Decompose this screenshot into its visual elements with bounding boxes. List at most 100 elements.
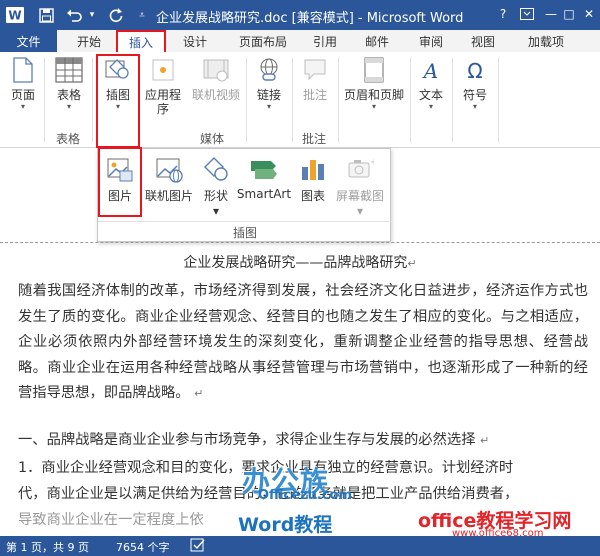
document-heading: 一、品牌战略是商业企业参与市场竞争，求得企业生存与发展的必然选择 ↵	[18, 428, 489, 449]
document-title-text: 企业发展战略研究——品牌战略研究	[183, 255, 408, 271]
tab-page-layout[interactable]: 页面布局	[228, 30, 298, 52]
shapes-button[interactable]: 形状 ▾	[198, 153, 234, 218]
online-video-button[interactable]: 联机视频	[190, 56, 242, 102]
ribbon: 页面 ▾ 表格 ▾ 表格 插图 ▾ 应用程 序 联机视频 媒体 链接 ▾ 批注 …	[0, 52, 600, 148]
page-icon	[9, 56, 37, 84]
group-label-media: 媒体	[200, 132, 225, 146]
document-paragraph: 随着我国经济体制的改革，市场经济得到发展，社会经济文化日益进步，经济运作方式也发…	[18, 279, 588, 407]
status-bar: 第 1 页，共 9 页 7654 个字	[0, 536, 600, 556]
maximize-button[interactable]: □	[558, 4, 580, 24]
ribbon-tabs: 文件 开始 插入 设计 页面布局 引用 邮件 审阅 视图 加载项	[0, 30, 600, 52]
close-button[interactable]: ✕	[578, 4, 600, 24]
group-label-comments: 批注	[302, 132, 327, 146]
header-footer-label: 页眉和页脚	[343, 88, 404, 102]
group-divider	[498, 58, 499, 142]
tab-mailings[interactable]: 邮件	[354, 30, 400, 52]
pages-label: 页面	[10, 88, 35, 102]
svg-text:Ω: Ω	[467, 59, 482, 83]
comment-label: 批注	[302, 88, 327, 102]
link-icon	[255, 56, 283, 84]
links-button[interactable]: 链接 ▾	[252, 56, 286, 112]
chevron-down-icon: ▾	[356, 204, 364, 218]
highlight-illustrations	[96, 54, 140, 148]
apps-button[interactable]: 应用程 序	[141, 56, 185, 116]
symbol-button[interactable]: Ω 符号 ▾	[458, 56, 492, 112]
chevron-down-icon: ▾	[20, 102, 25, 111]
title-bar: W ▾ ⩡ 企业发展战略研究.doc [兼容模式] - Microsoft Wo…	[0, 0, 600, 30]
illustrations-dropdown: 图片 联机图片 形状 ▾ SmartArt 图表 + 屏幕截图 ▾ 插图	[97, 147, 392, 242]
group-divider	[338, 58, 339, 142]
paragraph-mark-icon: ↵	[480, 434, 490, 447]
tab-file[interactable]: 文件	[0, 30, 57, 52]
header-footer-icon	[360, 56, 388, 84]
chevron-down-icon: ▾	[66, 102, 71, 111]
document-line: 导致商业企业在一定程度上依	[18, 512, 204, 528]
undo-icon[interactable]	[64, 6, 84, 24]
tab-home[interactable]: 开始	[64, 30, 114, 52]
table-icon	[55, 56, 83, 84]
chevron-down-icon: ▾	[266, 102, 271, 111]
ribbon-options-icon[interactable]	[516, 4, 538, 24]
group-divider	[246, 58, 247, 142]
online-picture-label: 联机图片	[144, 189, 193, 203]
chart-label: 图表	[300, 189, 325, 203]
text-button[interactable]: A 文本 ▾	[414, 56, 448, 112]
page-top-border	[0, 242, 600, 243]
heading-text: 一、品牌战略是商业企业参与市场竞争，求得企业生存与发展的必然选择	[18, 432, 476, 448]
proofing-icon[interactable]	[190, 538, 206, 555]
tab-review[interactable]: 审阅	[408, 30, 454, 52]
word-logo-icon[interactable]: W	[4, 6, 26, 24]
smartart-button[interactable]: SmartArt	[236, 153, 292, 201]
page-count[interactable]: 第 1 页，共 9 页	[6, 539, 89, 555]
watermark-brand-url: Officezu.com	[258, 488, 353, 503]
camera-icon: +	[344, 153, 376, 185]
tab-insert[interactable]: 插入	[116, 30, 166, 52]
screenshot-button[interactable]: + 屏幕截图 ▾	[332, 153, 388, 218]
save-icon[interactable]	[36, 6, 56, 24]
redo-icon[interactable]	[106, 6, 126, 24]
tab-add-ins[interactable]: 加载项	[516, 30, 576, 52]
pages-button[interactable]: 页面 ▾	[6, 56, 40, 112]
chevron-down-icon: ▾	[371, 102, 376, 111]
apps-label-line2: 序	[156, 102, 169, 116]
group-divider	[92, 58, 93, 142]
online-picture-icon	[153, 153, 185, 185]
help-button[interactable]: ?	[492, 4, 514, 24]
chart-icon	[297, 153, 329, 185]
group-divider	[452, 58, 453, 142]
comment-button[interactable]: 批注	[298, 56, 332, 102]
group-label-tables: 表格	[56, 132, 81, 146]
header-footer-button[interactable]: 页眉和页脚 ▾	[342, 56, 406, 112]
online-picture-button[interactable]: 联机图片	[142, 153, 196, 204]
svg-text:A: A	[422, 59, 438, 83]
apps-icon	[149, 56, 177, 84]
svg-text:W: W	[8, 9, 21, 23]
online-video-icon	[202, 56, 230, 84]
group-divider	[410, 58, 411, 142]
omega-icon: Ω	[461, 56, 489, 84]
chevron-down-icon: ▾	[472, 102, 477, 111]
screenshot-label: 屏幕截图	[335, 189, 384, 203]
group-divider	[292, 58, 293, 142]
chart-button[interactable]: 图表	[296, 153, 330, 204]
tab-design[interactable]: 设计	[170, 30, 220, 52]
highlight-picture	[98, 147, 142, 217]
watermark-tutorial: Word教程	[238, 514, 333, 536]
dropdown-group-label: 插图	[98, 221, 392, 241]
tab-references[interactable]: 引用	[302, 30, 348, 52]
text-label: 文本	[418, 88, 443, 102]
window-title: 企业发展战略研究.doc [兼容模式] - Microsoft Word	[156, 11, 464, 26]
table-button[interactable]: 表格 ▾	[52, 56, 86, 112]
word-count[interactable]: 7654 个字	[116, 539, 170, 555]
tab-view[interactable]: 视图	[460, 30, 506, 52]
group-divider	[44, 58, 45, 142]
smartart-label: SmartArt	[236, 187, 292, 201]
customize-toolbar-icon[interactable]: ⩡	[134, 6, 150, 24]
chevron-down-icon: ▾	[212, 204, 220, 218]
paragraph-text: 随着我国经济体制的改革，市场经济得到发展，社会经济文化日益进步，经济运作方式也发…	[18, 283, 588, 402]
online-video-label: 联机视频	[191, 88, 240, 102]
undo-dropdown-icon[interactable]: ▾	[86, 6, 98, 24]
apps-label-line1: 应用程	[144, 88, 181, 102]
svg-text:+: +	[370, 157, 374, 168]
smartart-icon	[248, 153, 280, 185]
